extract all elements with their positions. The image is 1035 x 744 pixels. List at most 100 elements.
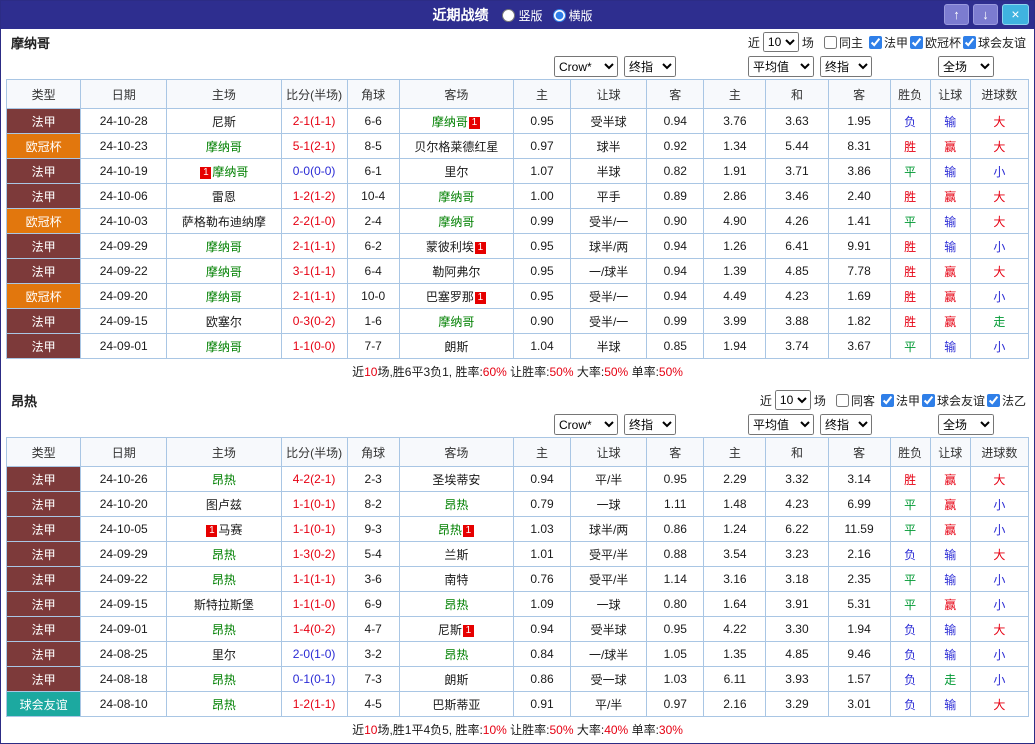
summary-segment: 大率: xyxy=(573,723,605,737)
corner-count: 9-3 xyxy=(346,516,400,542)
match-count-select[interactable]: 10 xyxy=(774,390,811,410)
result-handicap: 赢 xyxy=(929,466,971,492)
league-filter-input[interactable] xyxy=(880,393,894,407)
asian-final-select[interactable]: 终指 xyxy=(624,414,676,435)
result-handicap: 赢 xyxy=(929,258,971,284)
league-filter-checkbox[interactable]: 法甲 xyxy=(880,392,920,409)
handicap-line: 受半球 xyxy=(570,616,648,642)
match-row: 法甲 24-09-01 摩纳哥 1-1(0-0) 7-7 朗斯 1.04 半球 0.85 1.94… xyxy=(5,333,1030,359)
result-goals: 大 xyxy=(969,133,1030,159)
col-date: 日期 xyxy=(80,79,168,109)
league-filter-checkbox[interactable]: 球会友谊 xyxy=(962,34,1026,51)
match-type-badge: 法甲 xyxy=(5,333,82,359)
layout-vertical-option[interactable]: 竖版 xyxy=(502,7,543,24)
col-handicap: 让球 xyxy=(570,437,648,467)
home-team: 摩纳哥 xyxy=(166,283,282,309)
move-up-button[interactable]: ↑ xyxy=(944,4,969,25)
match-date: 24-09-22 xyxy=(80,566,168,592)
layout-horizontal-option[interactable]: 横版 xyxy=(552,7,593,24)
match-type-badge: 法甲 xyxy=(5,541,82,567)
match-date: 24-10-03 xyxy=(80,208,168,234)
same-venue-checkbox[interactable]: 同客 xyxy=(835,392,875,409)
horizontal-radio-label: 横版 xyxy=(568,8,593,23)
same-venue-input[interactable] xyxy=(835,393,849,407)
asian-home-odds: 1.07 xyxy=(512,158,572,184)
match-date: 24-10-23 xyxy=(80,133,168,159)
result-goals: 小 xyxy=(969,591,1030,617)
euro-home-odds: 1.94 xyxy=(703,333,767,359)
league-filter-input[interactable] xyxy=(909,35,923,49)
same-venue-checkbox[interactable]: 同主 xyxy=(823,34,863,51)
match-type-badge: 法甲 xyxy=(5,183,82,209)
col-goals: 进球数 xyxy=(969,79,1030,109)
bookmaker-select[interactable]: Crow* xyxy=(554,56,618,77)
result-win-loss: 负 xyxy=(889,541,931,567)
window-title: 近期战绩 xyxy=(432,7,489,23)
match-date: 24-09-20 xyxy=(80,283,168,309)
team-name-text: 摩纳哥 xyxy=(212,164,249,179)
league-filter-checkbox[interactable]: 法乙 xyxy=(986,392,1026,409)
league-filter-input[interactable] xyxy=(962,35,976,49)
col-euro-draw: 和 xyxy=(765,79,829,109)
team-name-text: 贝尔格莱德红星 xyxy=(414,139,499,154)
handicap-line: 受一球 xyxy=(570,666,648,692)
match-type-badge: 法甲 xyxy=(5,466,82,492)
col-asian-away: 客 xyxy=(646,79,705,109)
asian-away-odds: 0.82 xyxy=(646,158,705,184)
match-date: 24-08-18 xyxy=(80,666,168,692)
asian-home-odds: 0.91 xyxy=(512,691,572,717)
same-venue-input[interactable] xyxy=(823,35,837,49)
league-filter-input[interactable] xyxy=(921,393,935,407)
team-name-text: 兰斯 xyxy=(444,547,469,562)
results-table: 类型 日期 主场 比分(半场) 角球 客场 主 让球 客 主 和 客 胜负 让球… xyxy=(5,79,1030,359)
team-name-text: 朗斯 xyxy=(444,672,469,687)
asian-home-odds: 0.97 xyxy=(512,133,572,159)
league-filter-input[interactable] xyxy=(868,35,882,49)
team-name: 昂热 xyxy=(11,393,38,409)
result-win-loss: 胜 xyxy=(889,233,931,259)
match-type-badge: 法甲 xyxy=(5,108,82,134)
match-date: 24-10-19 xyxy=(80,158,168,184)
close-icon: × xyxy=(1011,6,1020,22)
match-count-select[interactable]: 10 xyxy=(762,32,799,52)
col-away: 客场 xyxy=(398,437,514,467)
result-handicap: 输 xyxy=(929,233,971,259)
match-scope-select[interactable]: 全场 xyxy=(938,56,994,77)
near-label: 近 xyxy=(759,393,772,408)
average-select[interactable]: 平均值 xyxy=(748,414,814,435)
asian-final-select[interactable]: 终指 xyxy=(624,56,676,77)
match-type-badge: 法甲 xyxy=(5,491,82,517)
same-venue-label: 同主 xyxy=(838,35,863,50)
vertical-radio[interactable] xyxy=(502,8,516,22)
home-team: 欧塞尔 xyxy=(166,308,282,334)
average-select[interactable]: 平均值 xyxy=(748,56,814,77)
league-filter-checkbox[interactable]: 球会友谊 xyxy=(921,392,985,409)
euro-final-select[interactable]: 终指 xyxy=(820,56,872,77)
euro-draw-odds: 3.18 xyxy=(765,566,829,592)
match-date: 24-09-29 xyxy=(80,541,168,567)
asian-away-odds: 1.14 xyxy=(646,566,705,592)
match-scope-select[interactable]: 全场 xyxy=(938,414,994,435)
away-team: 摩纳哥 xyxy=(398,208,514,234)
match-date: 24-09-29 xyxy=(80,233,168,259)
col-corner: 角球 xyxy=(346,79,400,109)
close-button[interactable]: × xyxy=(1002,4,1029,25)
asian-away-odds: 1.05 xyxy=(646,641,705,667)
asian-away-odds: 0.99 xyxy=(646,308,705,334)
euro-draw-odds: 3.32 xyxy=(765,466,829,492)
away-team: 蒙彼利埃 1 xyxy=(398,233,514,259)
move-down-button[interactable]: ↓ xyxy=(973,4,998,25)
bookmaker-select[interactable]: Crow* xyxy=(554,414,618,435)
euro-home-odds: 2.16 xyxy=(703,691,767,717)
result-handicap: 赢 xyxy=(929,308,971,334)
league-filter-checkbox[interactable]: 法甲 xyxy=(868,34,908,51)
result-win-loss: 负 xyxy=(889,108,931,134)
euro-final-select[interactable]: 终指 xyxy=(820,414,872,435)
horizontal-radio[interactable] xyxy=(552,8,566,22)
league-filter-checkbox[interactable]: 欧冠杯 xyxy=(909,34,961,51)
titlebar: 近期战绩 竖版 横版 ↑ ↓ × xyxy=(1,1,1034,29)
league-filter-label: 球会友谊 xyxy=(936,393,985,408)
team-name-text: 摩纳哥 xyxy=(431,114,468,129)
league-filter-input[interactable] xyxy=(986,393,1000,407)
team-name-text: 圣埃蒂安 xyxy=(432,472,481,487)
